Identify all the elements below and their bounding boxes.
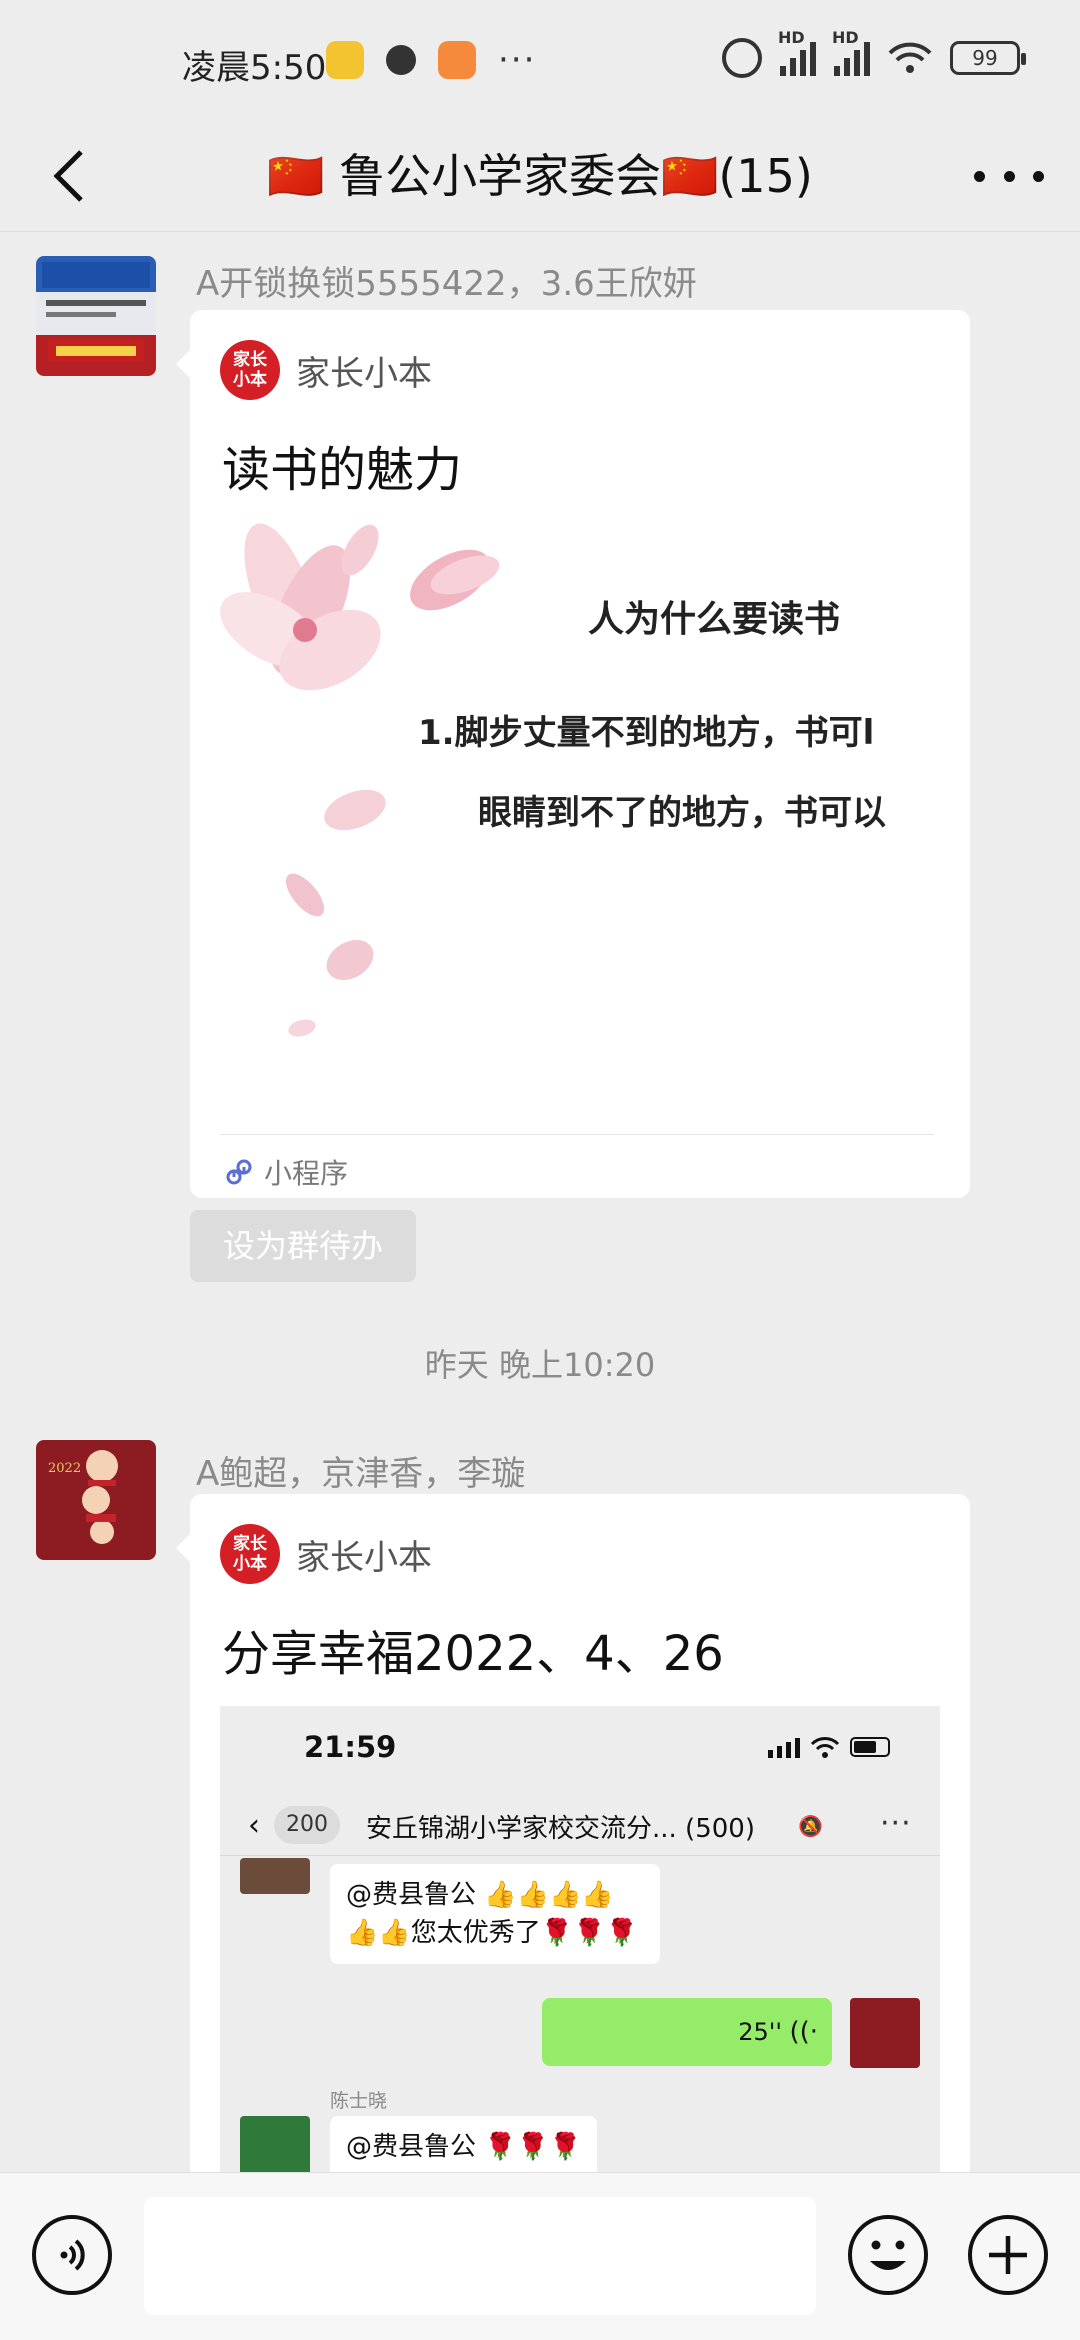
sailboat-app-icon	[326, 41, 364, 79]
locksmith-sign-icon	[42, 262, 150, 362]
image-line-2: 眼睛到不了的地方，书可以	[478, 793, 886, 833]
app-logo: 家长小本	[220, 1524, 280, 1584]
inner-more-icon: ···	[880, 1806, 912, 1841]
card-footer-label: 小程序	[264, 1157, 349, 1190]
emoji-button[interactable]	[848, 2215, 928, 2295]
inner-wifi-icon	[810, 1737, 840, 1758]
sender-name: A开锁换锁5555422，3.6王欣妍	[196, 264, 697, 304]
inner-self-avatar	[850, 1998, 920, 2068]
set-group-todo-button[interactable]: 设为群待办	[190, 1210, 416, 1282]
plus-icon	[989, 2236, 1027, 2274]
voice-input-button[interactable]	[32, 2215, 112, 2295]
signal-icon: HD	[778, 28, 816, 76]
card-footer: 小程序	[224, 1152, 348, 1192]
card-header: 家长小本 家长小本	[220, 340, 432, 400]
back-button[interactable]	[36, 144, 100, 208]
mini-program-card[interactable]: 家长小本 家长小本 分享幸福2022、4、26 21:59 ‹ 200 安丘锦湖…	[176, 1494, 970, 2194]
inner-sender-name: 陈士晓	[330, 2090, 388, 2112]
smiley-icon	[870, 2240, 906, 2270]
status-bar: 凌晨5:50 ··· HD HD 99	[0, 0, 1080, 120]
new-year-avatar-icon: 2022	[48, 1450, 118, 1544]
chat-screenshot-image: 21:59 ‹ 200 安丘锦湖小学家校交流分... (500) 🔕 ··· @…	[220, 1706, 940, 2178]
app-name: 家长小本	[296, 353, 432, 394]
reading-image: 人为什么要读书 1.脚步丈量不到的地方，书可l 眼睛到不了的地方，书可以	[220, 520, 940, 1060]
card-preview-image: 21:59 ‹ 200 安丘锦湖小学家校交流分... (500) 🔕 ··· @…	[220, 1706, 940, 2178]
card-preview-image: 人为什么要读书 1.脚步丈量不到的地方，书可l 眼睛到不了的地方，书可以	[220, 520, 940, 1060]
status-time: 凌晨5:50	[182, 48, 327, 88]
card-title: 读书的魅力	[222, 442, 463, 498]
chat-title: 🇨🇳 鲁公小学家委会🇨🇳(15)	[267, 149, 813, 203]
input-bar	[0, 2172, 1080, 2340]
inner-unread-badge: 200	[274, 1806, 340, 1844]
orange-app-icon	[438, 41, 476, 79]
mini-program-icon	[226, 1159, 252, 1185]
voice-wave-icon: ((·	[789, 2017, 818, 2047]
time-divider: 昨天 晚上10:20	[424, 1346, 656, 1384]
card-title: 分享幸福2022、4、26	[222, 1626, 724, 1682]
inner-avatar	[240, 1858, 310, 1894]
more-functions-button[interactable]	[968, 2215, 1048, 2295]
avatar[interactable]	[36, 256, 156, 376]
avatar[interactable]: 2022	[36, 1440, 156, 1560]
app-logo: 家长小本	[220, 340, 280, 400]
voice-duration: 25''	[738, 2018, 782, 2046]
inner-battery-icon	[850, 1737, 890, 1757]
message-input[interactable]	[144, 2197, 816, 2315]
more-options-button[interactable]	[974, 148, 1044, 204]
inner-message-bubble: @费县鲁公 👍👍👍👍👍👍您太优秀了🌹🌹🌹	[330, 1864, 660, 1964]
status-right: HD HD 99	[722, 28, 1026, 78]
battery-icon: 99	[950, 41, 1026, 75]
card-divider	[220, 1134, 934, 1135]
chevron-left-icon	[53, 150, 83, 202]
more-notifications-icon: ···	[498, 40, 537, 80]
sender-name: A鲍超，京津香，李璇	[196, 1454, 526, 1494]
inner-message-bubble-2: @费县鲁公 🌹🌹🌹	[330, 2116, 598, 2178]
image-heading: 人为什么要读书	[588, 599, 841, 640]
svg-text:2022: 2022	[48, 1461, 81, 1476]
wifi-icon	[888, 42, 932, 73]
dot-app-icon	[386, 45, 416, 75]
inner-chat-title: 安丘锦湖小学家校交流分... (500)	[366, 1814, 755, 1844]
image-line-1: 1.脚步丈量不到的地方，书可l	[418, 713, 875, 753]
magnolia-flower-image	[220, 523, 500, 1037]
card-header: 家长小本 家长小本	[220, 1524, 432, 1584]
voice-icon	[60, 2239, 85, 2271]
inner-time: 21:59	[304, 1730, 397, 1764]
inner-voice-message: 25'' ((·	[542, 1998, 832, 2066]
alarm-icon	[722, 38, 762, 78]
app-name: 家长小本	[296, 1537, 432, 1578]
inner-chat-header: ‹ 200 安丘锦湖小学家校交流分... (500) 🔕 ···	[220, 1796, 940, 1856]
inner-avatar-2	[240, 2116, 310, 2178]
status-app-icons: ···	[326, 40, 536, 80]
inner-status-icons	[768, 1736, 890, 1758]
mini-program-card[interactable]: 家长小本 家长小本 读书的魅力 人为什么要读书 1.脚步丈量不到的地方，书可l …	[176, 310, 970, 1198]
inner-back-icon: ‹	[248, 1808, 260, 1843]
chat-header: 🇨🇳 鲁公小学家委会🇨🇳(15)	[0, 120, 1080, 232]
inner-mute-icon: 🔕	[798, 1814, 823, 1838]
signal-icon-2: HD	[832, 28, 870, 76]
